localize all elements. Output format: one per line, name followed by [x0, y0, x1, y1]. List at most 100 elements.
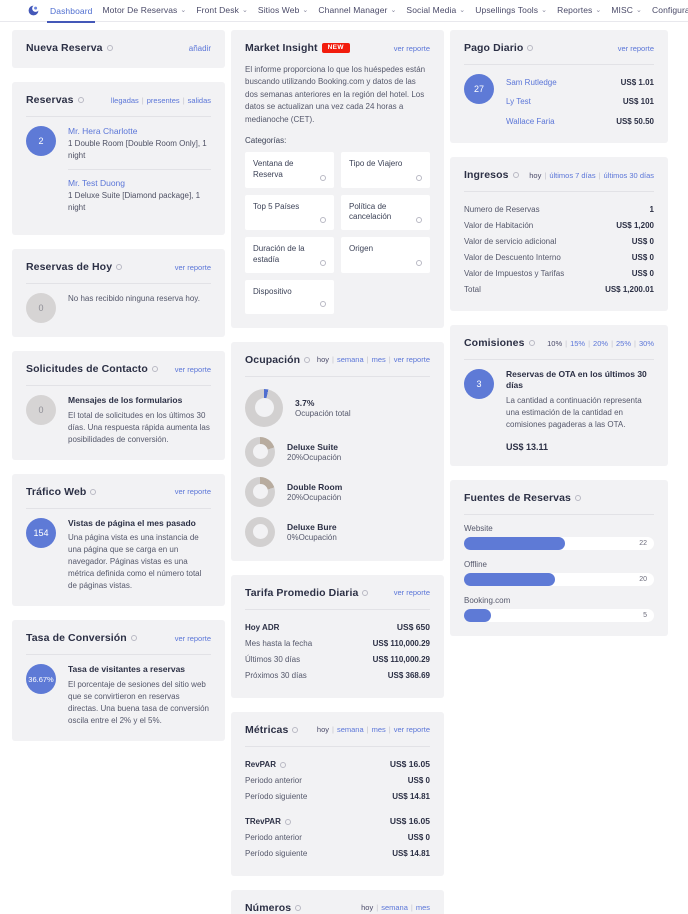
info-icon[interactable]: [106, 45, 113, 51]
view-report-link[interactable]: ver reporte: [394, 588, 430, 597]
info-icon[interactable]: [279, 761, 286, 768]
view-report-link[interactable]: ver reporte: [175, 634, 211, 643]
view-report-link[interactable]: ver reporte: [394, 725, 430, 734]
nav-item-upsellings-tools[interactable]: Upsellings Tools ⌄: [470, 0, 552, 23]
table-row[interactable]: Ly Test US$ 101: [506, 90, 654, 110]
nav-item-channel-manager[interactable]: Channel Manager ⌄: [313, 0, 401, 23]
info-icon[interactable]: [362, 589, 369, 596]
tab-mes[interactable]: mes: [372, 355, 386, 364]
info-icon[interactable]: [416, 174, 422, 181]
source-label: Offline: [464, 559, 487, 569]
info-icon[interactable]: [90, 488, 97, 495]
info-icon[interactable]: [284, 818, 291, 825]
nav-item-front-desk[interactable]: Front Desk ⌄: [191, 0, 253, 23]
view-report-link[interactable]: ver reporte: [175, 487, 211, 496]
info-icon[interactable]: [77, 97, 84, 103]
info-icon[interactable]: [574, 494, 581, 501]
metric-name: RevPAR: [245, 760, 276, 770]
info-icon[interactable]: [151, 366, 158, 373]
info-icon[interactable]: [320, 259, 326, 266]
view-report-link[interactable]: ver reporte: [394, 44, 430, 53]
tab-ultimos-7-dias[interactable]: últimos 7 días: [549, 171, 595, 180]
view-report-link[interactable]: ver reporte: [618, 44, 654, 53]
view-report-link[interactable]: ver reporte: [175, 365, 211, 374]
add-reservation-link[interactable]: añadir: [189, 44, 211, 53]
tab-hoy[interactable]: hoy: [361, 903, 373, 912]
tab-10-percent[interactable]: 10%: [547, 339, 562, 348]
table-row: Período siguiente US$ 14.81: [245, 789, 430, 805]
category-tile-tipo-de-viajero[interactable]: Tipo de Viajero: [341, 151, 430, 188]
info-icon[interactable]: [304, 356, 311, 363]
table-row: Numero de Reservas 1: [464, 201, 654, 217]
divider: [26, 385, 211, 387]
info-icon[interactable]: [130, 635, 137, 642]
payment-guest-name[interactable]: Sam Rutledge: [506, 78, 557, 87]
info-icon[interactable]: [512, 172, 519, 178]
tab-llegadas[interactable]: llegadas: [111, 96, 139, 105]
tab-25-percent[interactable]: 25%: [616, 339, 631, 348]
info-icon[interactable]: [116, 264, 123, 271]
info-icon[interactable]: [292, 726, 299, 733]
info-icon[interactable]: [320, 300, 326, 307]
tab-ultimos-30-dias[interactable]: últimos 30 días: [604, 171, 654, 180]
tab-presentes[interactable]: presentes: [147, 96, 180, 105]
table-row: Valor de Habitación US$ 1,200: [464, 217, 654, 233]
reservation-guest-name[interactable]: Mr. Hera Charlotte: [68, 126, 211, 136]
info-icon[interactable]: [416, 259, 422, 266]
category-tile-origen[interactable]: Origen: [341, 237, 430, 273]
card-title-reservas: Reservas: [26, 94, 74, 106]
payment-guest-name[interactable]: Ly Test: [506, 97, 531, 106]
tab-mes[interactable]: mes: [372, 725, 386, 734]
solicitudes-count-badge: 0: [26, 395, 56, 426]
tab-15-percent[interactable]: 15%: [570, 339, 585, 348]
tab-20-percent[interactable]: 20%: [593, 339, 608, 348]
row-label: Últimos 30 días: [245, 655, 301, 665]
tab-mes[interactable]: mes: [416, 903, 430, 912]
tab-30-percent[interactable]: 30%: [639, 339, 654, 348]
category-tile-politica-de-cancelacion[interactable]: Política de cancelación: [341, 194, 430, 231]
tab-semana[interactable]: semana: [337, 725, 364, 734]
info-icon[interactable]: [528, 340, 535, 346]
table-row[interactable]: Sam Rutledge US$ 1.01: [506, 74, 654, 90]
view-report-link[interactable]: ver reporte: [175, 263, 211, 272]
nav-item-reportes[interactable]: Reportes ⌄: [552, 0, 606, 23]
separator: |: [588, 338, 591, 348]
tab-salidas[interactable]: salidas: [188, 96, 211, 105]
nav-item-dashboard[interactable]: Dashboard: [45, 0, 97, 23]
occupancy-total-donut: [245, 388, 283, 427]
info-icon[interactable]: [320, 174, 326, 181]
market-insight-categories-label: Categorías:: [245, 135, 287, 145]
payment-guest-name[interactable]: Wallace Faria: [506, 117, 555, 126]
info-icon[interactable]: [416, 217, 422, 224]
category-tile-top-5-paises[interactable]: Top 5 Países: [245, 194, 334, 231]
tab-hoy[interactable]: hoy: [317, 355, 329, 364]
tab-semana[interactable]: semana: [337, 355, 364, 364]
info-icon[interactable]: [295, 904, 302, 911]
row-label: Hoy ADR: [245, 623, 280, 633]
tab-hoy[interactable]: hoy: [529, 171, 541, 180]
divider: [26, 507, 211, 509]
category-tile-ventana-de-reserva[interactable]: Ventana de Reserva: [245, 151, 334, 188]
nav-item-sitios-web[interactable]: Sitios Web ⌄: [253, 0, 313, 23]
category-tile-duracion-de-la-estadia[interactable]: Duración de la estadía: [245, 237, 334, 273]
nav-item-motor-de-reservas[interactable]: Motor De Reservas ⌄: [97, 0, 191, 23]
tab-semana[interactable]: semana: [381, 903, 408, 912]
list-item[interactable]: Mr. Test Duong 1 Deluxe Suite [Diamond p…: [68, 169, 211, 221]
info-icon[interactable]: [320, 217, 326, 224]
nav-item-configuración[interactable]: Configuración⌄: [647, 0, 688, 23]
comisiones-tabs: 10% | 15% | 20% | 25% | 30%: [547, 339, 654, 348]
info-icon[interactable]: [527, 45, 534, 51]
tab-hoy[interactable]: hoy: [317, 725, 329, 734]
chevron-down-icon: ⌄: [595, 6, 602, 14]
list-item[interactable]: Mr. Hera Charlotte 1 Double Room [Double…: [68, 126, 211, 169]
pago-diario-count-badge: 27: [464, 74, 494, 104]
reservation-guest-name[interactable]: Mr. Test Duong: [68, 178, 211, 188]
market-insight-description: El informe proporciona lo que los huéspe…: [245, 65, 426, 124]
table-row[interactable]: Wallace Faria US$ 50.50: [506, 110, 654, 130]
nav-item-misc[interactable]: MISC ⌄: [606, 0, 647, 23]
nav-item-social-media[interactable]: Social Media ⌄: [401, 0, 470, 23]
view-report-link[interactable]: ver reporte: [394, 355, 430, 364]
app-logo-icon[interactable]: [28, 5, 39, 16]
category-tile-dispositivo[interactable]: Dispositivo: [245, 279, 334, 314]
chevron-down-icon: ⌄: [390, 6, 397, 14]
